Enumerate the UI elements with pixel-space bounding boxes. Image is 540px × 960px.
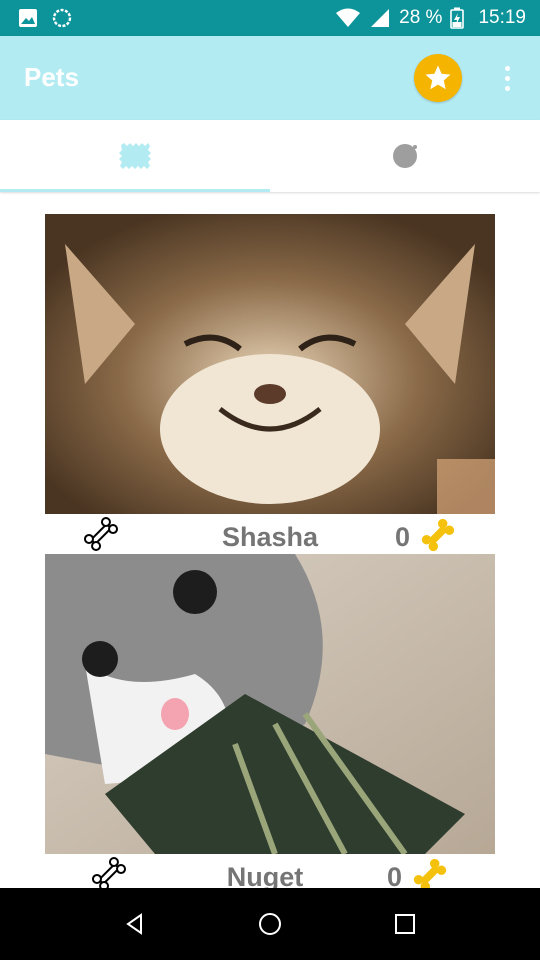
more-options-button[interactable] (496, 60, 518, 96)
home-button[interactable] (248, 902, 292, 946)
kitten-photo (45, 214, 495, 514)
cat-photo (45, 554, 495, 854)
clock: 15:19 (478, 7, 526, 28)
tab-paw[interactable] (270, 120, 540, 192)
favorites-button[interactable] (414, 54, 462, 102)
gold-bone-icon (421, 518, 455, 552)
bone-count: 0 (395, 522, 411, 552)
star-icon (425, 65, 451, 90)
paw-icon (393, 144, 417, 168)
more-vert-icon-dot (504, 65, 510, 71)
tab-bar (0, 120, 540, 192)
image-icon (19, 9, 37, 27)
battery-percent: 28 % (399, 7, 443, 28)
back-icon (126, 913, 142, 935)
cell-signal-icon (371, 9, 390, 27)
circle-notification-icon (52, 8, 72, 28)
app-title: Pets (24, 62, 79, 92)
home-icon (259, 913, 281, 935)
battery-charging-icon (450, 7, 465, 29)
status-bar: 28 % 15:19 (0, 0, 540, 36)
pet-photo[interactable] (45, 214, 495, 514)
system-nav-bar (0, 888, 540, 960)
more-vert-icon-dot (504, 75, 510, 81)
recents-icon (395, 914, 415, 934)
pet-footer: Shasha 0 (45, 514, 495, 554)
pet-photo[interactable] (45, 554, 495, 854)
app-bar: Pets (0, 36, 540, 120)
bone-pattern-icon (119, 143, 151, 169)
back-button[interactable] (113, 902, 157, 946)
more-vert-icon-dot (504, 85, 510, 91)
tab-bones[interactable] (0, 120, 270, 192)
wifi-icon (336, 8, 361, 27)
recents-button[interactable] (383, 902, 427, 946)
tab-indicator (0, 189, 270, 192)
